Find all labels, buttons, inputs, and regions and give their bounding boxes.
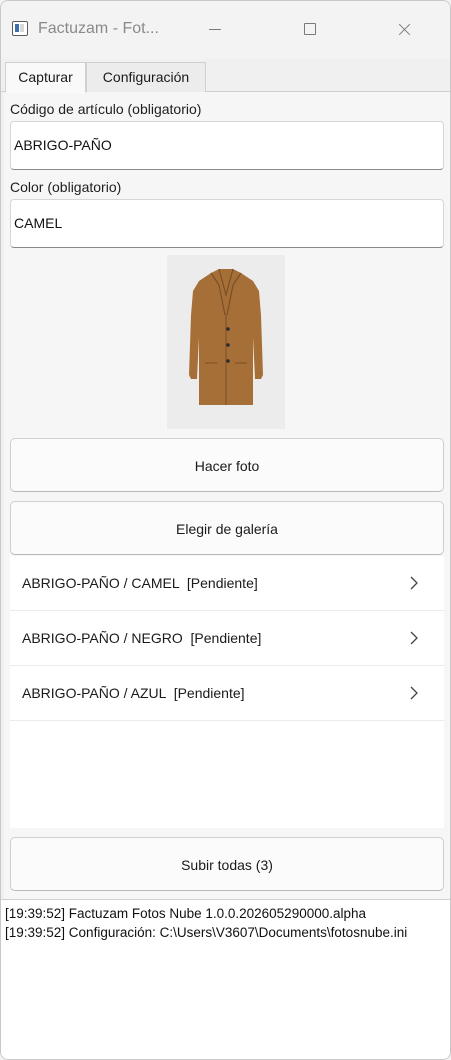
- choose-gallery-button[interactable]: Elegir de galería: [10, 501, 444, 555]
- log-line: [19:39:52] Configuración: C:\Users\V3607…: [5, 925, 408, 940]
- close-icon[interactable]: [389, 15, 419, 43]
- list-item[interactable]: ABRIGO-PAÑO / NEGRO [Pendiente]: [10, 611, 444, 666]
- pending-photo-list: ABRIGO-PAÑO / CAMEL [Pendiente] ABRIGO-P…: [10, 556, 444, 828]
- chevron-right-icon: [410, 631, 418, 645]
- article-code-label: Código de artículo (obligatorio): [10, 101, 202, 117]
- tab-configuracion[interactable]: Configuración: [86, 62, 206, 93]
- list-item-label: ABRIGO-PAÑO / NEGRO [Pendiente]: [22, 630, 262, 646]
- chevron-right-icon: [410, 686, 418, 700]
- tab-bar: Capturar Configuración: [1, 60, 450, 93]
- list-item-label: ABRIGO-PAÑO / CAMEL [Pendiente]: [22, 575, 258, 591]
- coat-photo: [167, 255, 285, 429]
- log-line: [19:39:52] Factuzam Fotos Nube 1.0.0.202…: [5, 906, 367, 921]
- take-photo-button[interactable]: Hacer foto: [10, 438, 444, 492]
- color-label: Color (obligatorio): [10, 179, 122, 195]
- app-window-icon: [12, 21, 28, 36]
- log-output[interactable]: [19:39:52] Factuzam Fotos Nube 1.0.0.202…: [1, 899, 450, 1059]
- color-input[interactable]: CAMEL: [10, 199, 444, 248]
- article-code-input[interactable]: ABRIGO-PAÑO: [10, 121, 444, 170]
- title-bar[interactable]: Factuzam - Fot...: [1, 1, 450, 59]
- tab-capturar[interactable]: Capturar: [5, 62, 86, 93]
- app-window: Factuzam - Fot... Capturar Configuración…: [0, 0, 451, 1060]
- upload-all-button[interactable]: Subir todas (3): [10, 837, 444, 891]
- minimize-icon[interactable]: [201, 15, 231, 43]
- window-title: Factuzam - Fot...: [38, 20, 159, 37]
- list-item[interactable]: ABRIGO-PAÑO / CAMEL [Pendiente]: [10, 556, 444, 611]
- maximize-icon[interactable]: [294, 15, 324, 43]
- list-item-label: ABRIGO-PAÑO / AZUL [Pendiente]: [22, 685, 245, 701]
- chevron-right-icon: [410, 576, 418, 590]
- list-item[interactable]: ABRIGO-PAÑO / AZUL [Pendiente]: [10, 666, 444, 721]
